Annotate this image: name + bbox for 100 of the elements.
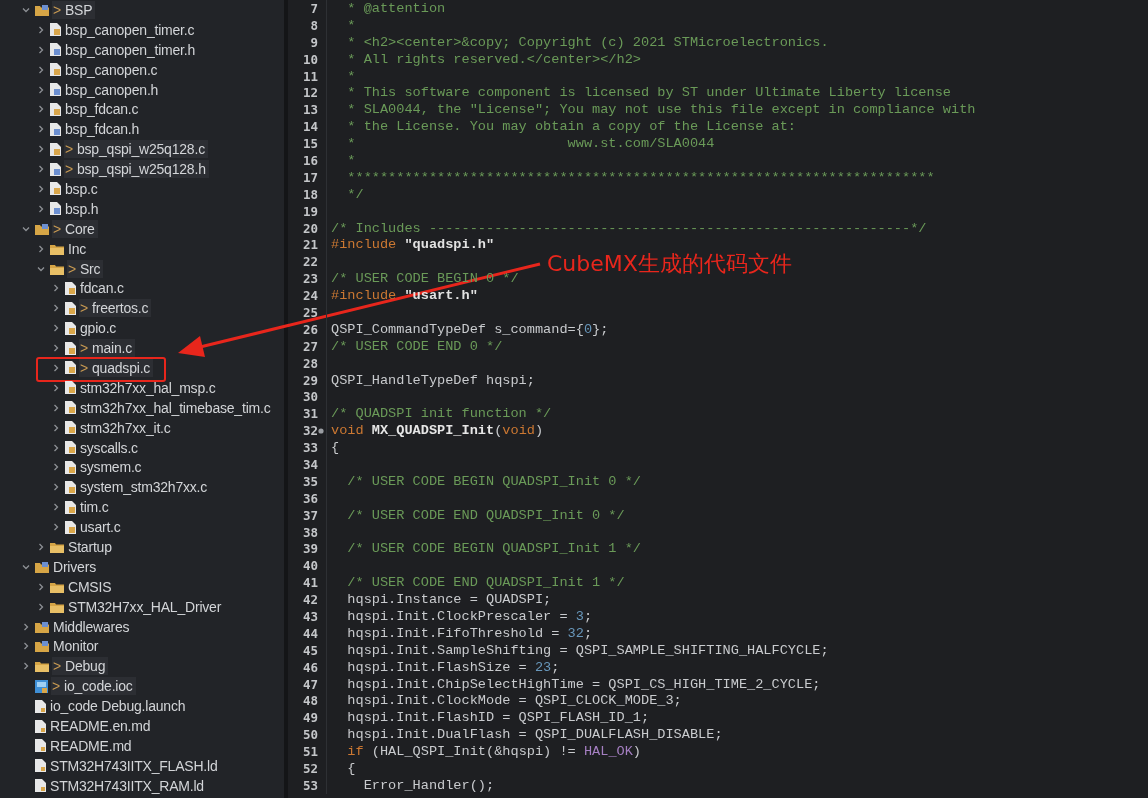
tree-item-label[interactable]: bsp_canopen.h [64, 80, 162, 99]
cube-file-icon [35, 679, 48, 693]
line-number: 18 [301, 186, 318, 202]
tree-item-label[interactable]: fdcan.c [79, 279, 127, 298]
tree-item-label[interactable]: tim.c [79, 498, 112, 517]
tree-item-label[interactable]: Middlewares [52, 617, 133, 636]
tree-item-label[interactable]: bsp_canopen.c [64, 60, 161, 79]
tree-item-label[interactable]: syscalls.c [79, 438, 141, 457]
line-number: 45 [301, 642, 318, 658]
tree-item-label[interactable]: stm32h7xx_hal_msp.c [79, 378, 219, 397]
code-line: { [331, 440, 340, 456]
tree-item-label[interactable]: CMSIS [67, 577, 115, 596]
tree-item-label[interactable]: > io_code.ioc [51, 677, 136, 696]
folder-icon [35, 660, 49, 673]
tree-item-label[interactable]: Startup [67, 538, 115, 556]
tree-item-label[interactable]: stm32h7xx_it.c [79, 418, 174, 437]
line-number: 27 [301, 338, 318, 354]
source-file-icon [65, 480, 76, 494]
code-line: * www.st.com/SLA0044 [346, 136, 715, 152]
tree-item-label[interactable]: STM32H743IITX_FLASH.ld [49, 756, 221, 775]
code-line: hqspi.Init.SampleShifting = QSPI_SAMPLE_SHIFTING_HALFCYCLE; [346, 642, 829, 658]
line-number: 52 [301, 761, 318, 776]
tree-item-label[interactable]: > Debug [52, 657, 109, 676]
tree-item-label[interactable]: io_code Debug.launch [49, 697, 189, 716]
line-number: 51 [301, 744, 318, 760]
tree-item-label[interactable]: bsp_canopen_timer.c [64, 20, 198, 39]
code-line: hqspi.Init.ClockPrescaler = 3; [346, 609, 593, 624]
tree-item-label[interactable]: system_stm32h7xx.c [79, 478, 211, 497]
code-line: hqspi.Init.ClockMode = QSPI_CLOCK_MODE_3; [346, 693, 682, 709]
code-line: QSPI_CommandTypeDef s_command={0}; [331, 321, 609, 337]
line-number: 35 [301, 473, 318, 489]
tree-item-label[interactable]: Inc [67, 239, 90, 258]
tree-item-label[interactable]: stm32h7xx_hal_timebase_tim.c [79, 398, 274, 417]
tree-item-label[interactable]: usart.c [79, 518, 124, 537]
line-number: 43 [301, 609, 318, 624]
project-folder-icon [35, 222, 49, 235]
source-file-icon [65, 361, 76, 375]
tree-item-label[interactable]: gpio.c [79, 319, 120, 338]
code-line: #include "quadspi.h" [331, 237, 495, 253]
line-number: 24 [301, 288, 318, 304]
source-file-icon [50, 43, 61, 57]
source-file-icon [65, 341, 76, 355]
folder-icon [50, 262, 64, 275]
line-number: 42 [301, 592, 318, 608]
line-number: 13 [301, 102, 318, 118]
line-number: 16 [301, 152, 318, 168]
tree-item-label[interactable]: > freertos.c [79, 299, 152, 318]
line-number: 12 [301, 85, 318, 101]
tree-item-label[interactable]: bsp_fdcan.h [64, 120, 143, 139]
line-number: 44 [301, 625, 318, 641]
tree-item-label[interactable]: > bsp_qspi_w25q128.c [64, 140, 208, 159]
line-number: 26 [301, 321, 318, 337]
tree-item-label[interactable]: STM32H7xx_HAL_Driver [67, 597, 225, 616]
tree-item-label[interactable]: > Core [52, 219, 98, 238]
annotation-caption: CubeMX生成的代码文件 [547, 250, 792, 278]
line-number: 50 [301, 727, 318, 743]
tree-item-label[interactable]: README.md [49, 736, 135, 755]
tree-item-label[interactable]: > Src [67, 259, 104, 278]
tree-item-label[interactable]: bsp_fdcan.c [64, 100, 142, 119]
tree-item-label[interactable]: bsp.c [64, 179, 101, 198]
tree-item-label[interactable]: sysmem.c [79, 458, 145, 477]
source-file-icon [50, 102, 61, 116]
tree-item-label[interactable]: bsp.h [64, 199, 102, 218]
tree-item-label[interactable]: > BSP [52, 0, 96, 19]
line-number: 48 [301, 693, 318, 709]
source-file-icon [65, 301, 76, 315]
source-file-icon [50, 142, 61, 156]
source-file-icon [50, 162, 61, 176]
tree-item-label[interactable]: README.en.md [49, 717, 154, 735]
tree-item-label[interactable]: STM32H743IITX_RAM.ld [49, 776, 207, 795]
code-line: * @attention [346, 0, 446, 16]
file-icon [35, 779, 46, 793]
tree-item-label[interactable]: Monitor [52, 637, 102, 656]
line-number: 39 [301, 541, 318, 557]
line-number: 30 [301, 389, 318, 405]
source-file-icon [65, 321, 76, 335]
line-number: 8 [309, 17, 318, 33]
fold-icon[interactable] [318, 427, 324, 434]
code-line: * SLA0044, the "License"; You may not use this file except in compliance with [346, 102, 976, 118]
tree-item-label[interactable]: > main.c [79, 339, 136, 358]
file-icon [35, 699, 46, 713]
code-line: /* USER CODE END QUADSPI_Init 1 */ [346, 575, 625, 591]
line-number: 34 [301, 457, 318, 472]
code-line: { [346, 761, 356, 776]
line-number: 31 [301, 406, 318, 422]
code-line: Error_Handler(); [362, 777, 495, 793]
code-line: /* Includes -----------------------------------------------------------*/ [331, 220, 927, 236]
tree-item-label[interactable]: Drivers [52, 557, 99, 576]
project-folder-icon [35, 560, 49, 573]
line-number: 22 [301, 254, 318, 270]
tree-item-label[interactable]: > bsp_qspi_w25q128.h [64, 160, 209, 179]
line-number: 23 [301, 271, 318, 287]
source-file-icon [50, 23, 61, 37]
source-file-icon [50, 83, 61, 96]
code-line: /* QUADSPI init function */ [331, 406, 552, 422]
code-line: */ [346, 186, 364, 202]
tree-item-label[interactable]: bsp_canopen_timer.h [64, 40, 199, 59]
code-line: /* USER CODE END QUADSPI_Init 0 */ [346, 507, 625, 523]
source-file-icon [65, 281, 76, 295]
code-line: * All rights reserved.</center></h2> [346, 51, 641, 67]
